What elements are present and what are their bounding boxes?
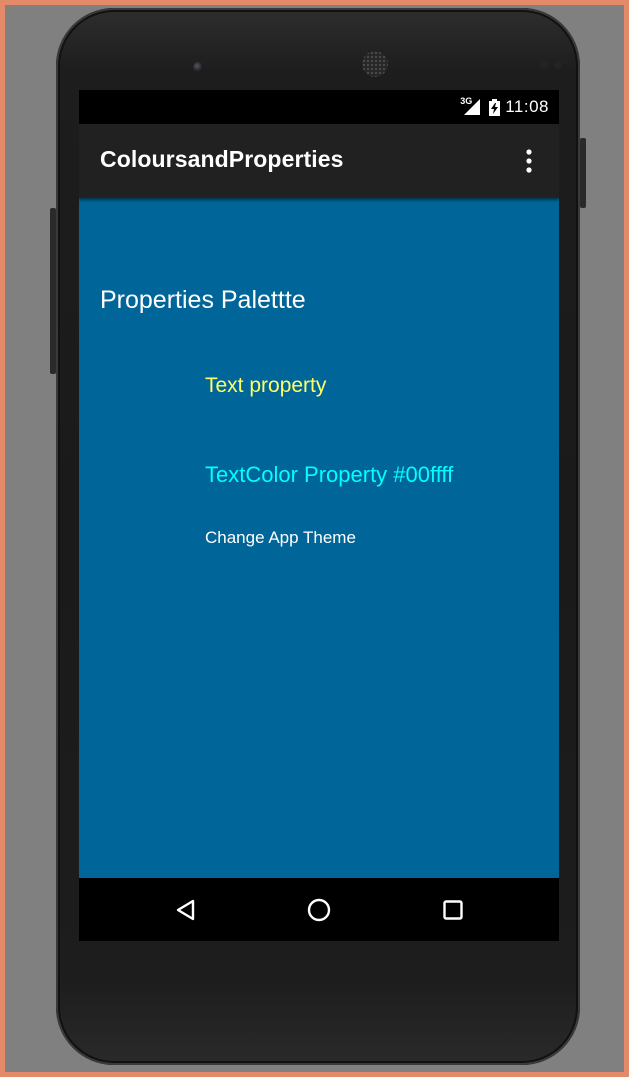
- earpiece-speaker-icon: [362, 51, 388, 77]
- power-button: [580, 138, 586, 208]
- front-camera-icon: [193, 62, 203, 72]
- properties-heading: Properties Palettte: [100, 286, 306, 314]
- textcolor-property-label: TextColor Property #00ffff: [205, 462, 454, 487]
- text-property-label: Text property: [205, 374, 327, 397]
- home-circle-icon: [307, 898, 331, 922]
- device-screen: 3G 11:08 ColoursandProperties Properties…: [79, 90, 559, 941]
- change-app-theme-button[interactable]: Change App Theme: [205, 528, 356, 548]
- status-time: 11:08: [505, 97, 549, 116]
- overflow-menu-button[interactable]: [517, 146, 541, 176]
- status-bar: 3G 11:08: [79, 90, 559, 124]
- light-sensor-icon: [554, 61, 562, 69]
- navigation-bar: [79, 878, 559, 941]
- recents-button[interactable]: [437, 894, 469, 926]
- back-button[interactable]: [170, 894, 202, 926]
- volume-button: [50, 208, 56, 374]
- battery-charging-icon: [489, 99, 501, 116]
- more-vert-icon: [526, 149, 532, 173]
- network-type-label: 3G: [460, 96, 473, 106]
- proximity-sensor-icon: [540, 61, 548, 69]
- app-title: ColoursandProperties: [100, 146, 344, 172]
- recents-square-icon: [443, 900, 463, 920]
- action-bar: ColoursandProperties: [79, 124, 559, 198]
- home-button[interactable]: [303, 894, 335, 926]
- main-content: Properties Palettte Text property TextCo…: [79, 198, 559, 878]
- back-triangle-icon: [176, 899, 195, 921]
- signal-icon: 3G: [460, 96, 482, 116]
